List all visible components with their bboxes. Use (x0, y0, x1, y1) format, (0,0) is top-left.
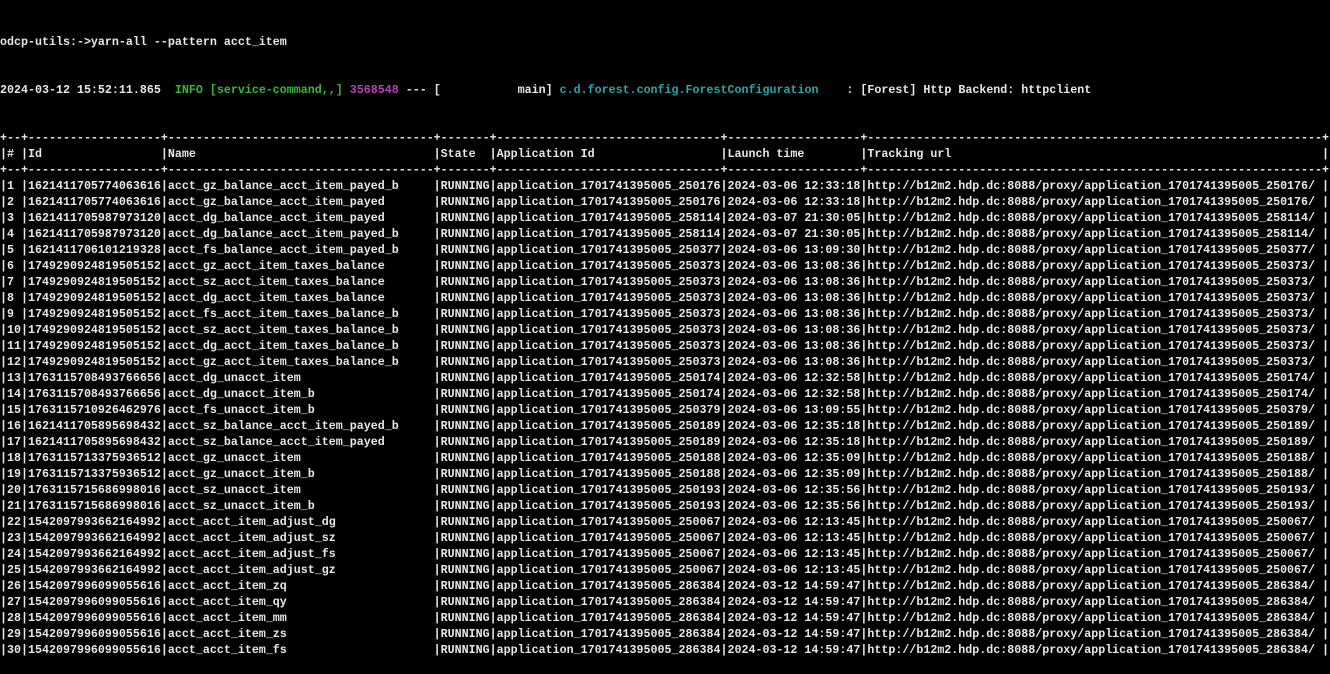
table-row: |8 |1749290924819505152|acct_dg_acct_ite… (0, 290, 1330, 306)
table-row: |3 |1621411705987973120|acct_dg_balance_… (0, 210, 1330, 226)
table-border: +--+-------------------+----------------… (0, 162, 1330, 178)
table-row: |6 |1749290924819505152|acct_gz_acct_ite… (0, 258, 1330, 274)
table-row: |25|1542097993662164992|acct_acct_item_a… (0, 562, 1330, 578)
log-segment-white: --- [ main] (399, 83, 560, 97)
log-segment-green: INFO [service-command,,] (175, 83, 343, 97)
log-segment-white: : [Forest] Http Backend: httpclient (818, 83, 1091, 97)
table-row: |20|1763115715686998016|acct_sz_unacct_i… (0, 482, 1330, 498)
log-segment-cyan: c.d.forest.config.ForestConfiguration (560, 83, 819, 97)
log-segment-white (343, 83, 350, 97)
yarn-applications-table: +--+-------------------+----------------… (0, 130, 1330, 658)
table-row: |29|1542097996099055616|acct_acct_item_z… (0, 626, 1330, 642)
table-row: |30|1542097996099055616|acct_acct_item_f… (0, 642, 1330, 658)
table-row: |19|1763115713375936512|acct_gz_unacct_i… (0, 466, 1330, 482)
table-row: |9 |1749290924819505152|acct_fs_acct_ite… (0, 306, 1330, 322)
table-row: |5 |1621411706101219328|acct_fs_balance_… (0, 242, 1330, 258)
table-row: |1 |1621411705774063616|acct_gz_balance_… (0, 178, 1330, 194)
table-row: |12|1749290924819505152|acct_gz_acct_ite… (0, 354, 1330, 370)
table-row: |24|1542097993662164992|acct_acct_item_a… (0, 546, 1330, 562)
table-row: |21|1763115715686998016|acct_sz_unacct_i… (0, 498, 1330, 514)
table-row: |4 |1621411705987973120|acct_dg_balance_… (0, 226, 1330, 242)
table-row: |16|1621411705895698432|acct_sz_balance_… (0, 418, 1330, 434)
table-row: |7 |1749290924819505152|acct_sz_acct_ite… (0, 274, 1330, 290)
table-row: |18|1763115713375936512|acct_gz_unacct_i… (0, 450, 1330, 466)
table-border: +--+-------------------+----------------… (0, 130, 1330, 146)
table-row: |23|1542097993662164992|acct_acct_item_a… (0, 530, 1330, 546)
log-segment-white: 2024-03-12 15:52:11.865 (0, 83, 175, 97)
table-row: |15|1763115710926462976|acct_fs_unacct_i… (0, 402, 1330, 418)
table-row: |11|1749290924819505152|acct_dg_acct_ite… (0, 338, 1330, 354)
table-row: |27|1542097996099055616|acct_acct_item_q… (0, 594, 1330, 610)
shell-prompt-line: odcp-utils:->yarn-all --pattern acct_ite… (0, 34, 1330, 50)
log-line: 2024-03-12 15:52:11.865 INFO [service-co… (0, 82, 1330, 98)
table-row: |2 |1621411705774063616|acct_gz_balance_… (0, 194, 1330, 210)
table-row: |14|1763115708493766656|acct_dg_unacct_i… (0, 386, 1330, 402)
table-row: |22|1542097993662164992|acct_acct_item_a… (0, 514, 1330, 530)
table-row: |13|1763115708493766656|acct_dg_unacct_i… (0, 370, 1330, 386)
shell-command-text: odcp-utils:->yarn-all --pattern acct_ite… (0, 35, 287, 49)
table-row: |28|1542097996099055616|acct_acct_item_m… (0, 610, 1330, 626)
log-segment-magenta: 3568548 (350, 83, 399, 97)
table-row: |10|1749290924819505152|acct_sz_acct_ite… (0, 322, 1330, 338)
table-header: |# |Id |Name |State |Application Id |Lau… (0, 146, 1330, 162)
table-row: |26|1542097996099055616|acct_acct_item_z… (0, 578, 1330, 594)
terminal-screen[interactable]: odcp-utils:->yarn-all --pattern acct_ite… (0, 0, 1330, 562)
table-row: |17|1621411705895698432|acct_sz_balance_… (0, 434, 1330, 450)
